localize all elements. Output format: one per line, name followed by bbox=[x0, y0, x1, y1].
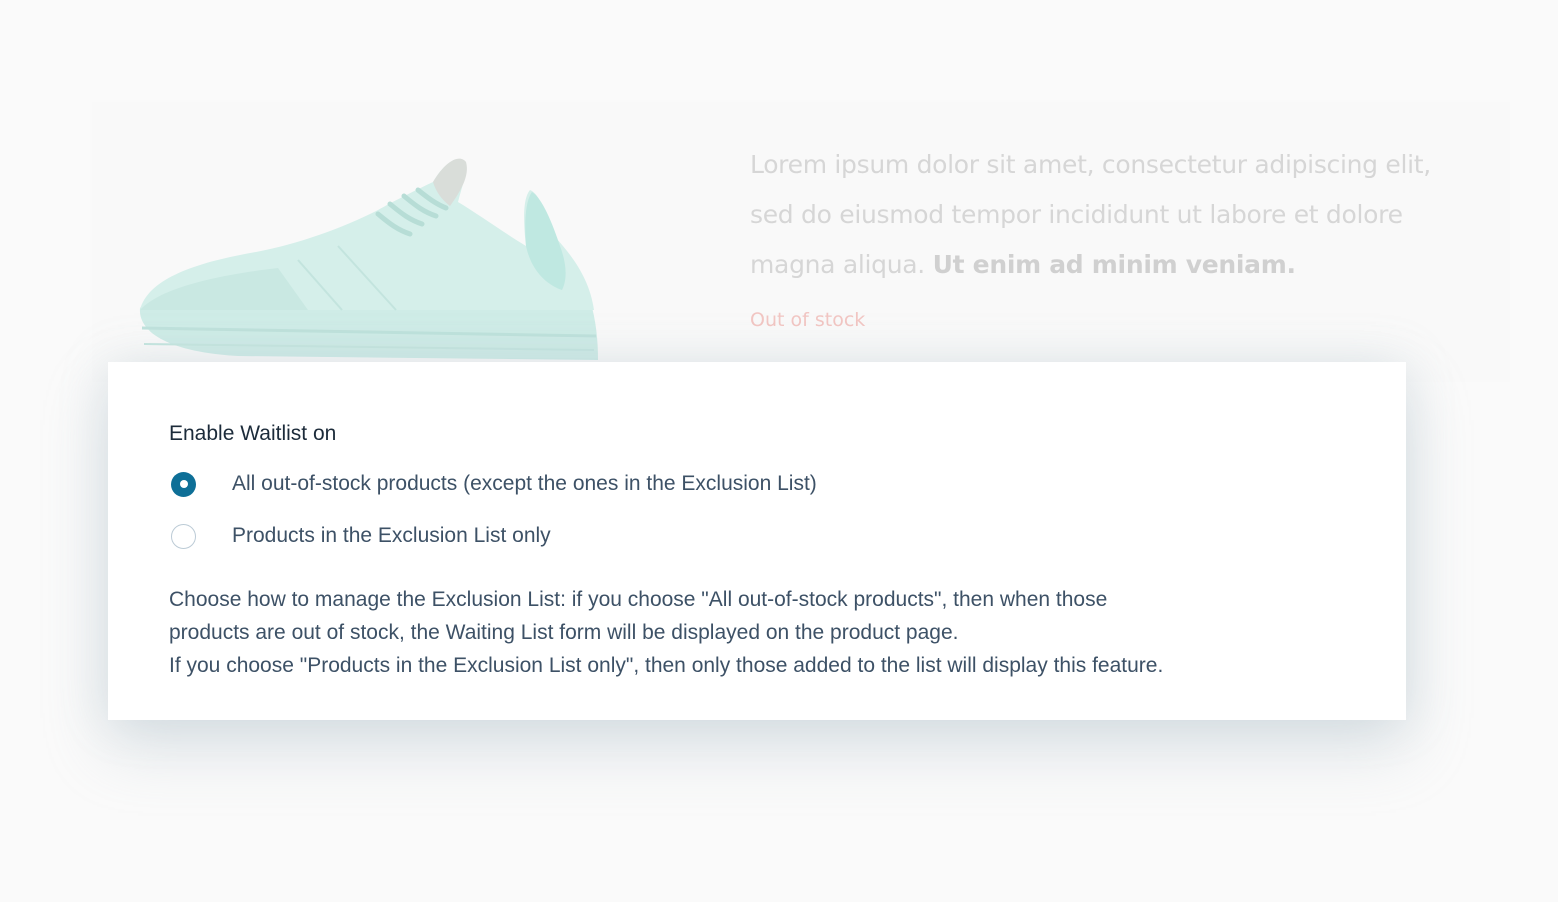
sneaker-icon bbox=[139, 158, 598, 360]
stock-status: Out of stock bbox=[750, 309, 866, 331]
product-description: Lorem ipsum dolor sit amet, consectetur … bbox=[750, 140, 1470, 290]
radio-all-out-of-stock[interactable] bbox=[171, 471, 196, 497]
enable-waitlist-heading: Enable Waitlist on bbox=[169, 422, 337, 445]
radio-exclusion-list-only[interactable] bbox=[171, 523, 196, 549]
help-description: Choose how to manage the Exclusion List:… bbox=[169, 583, 1369, 682]
waitlist-settings-card: Enable Waitlist on All out-of-stock prod… bbox=[108, 362, 1406, 720]
option-all-out-of-stock[interactable]: All out-of-stock products (except the on… bbox=[171, 469, 817, 499]
help-line-2: products are out of stock, the Waiting L… bbox=[169, 621, 959, 644]
help-line-1: Choose how to manage the Exclusion List:… bbox=[169, 588, 1108, 611]
option-exclusion-list-only-label: Products in the Exclusion List only bbox=[232, 524, 551, 547]
option-all-out-of-stock-label: All out-of-stock products (except the on… bbox=[232, 472, 817, 495]
product-image bbox=[128, 150, 608, 365]
help-line-3: If you choose "Products in the Exclusion… bbox=[169, 654, 1164, 677]
product-description-bold: Ut enim ad minim veniam. bbox=[932, 250, 1296, 279]
option-exclusion-list-only[interactable]: Products in the Exclusion List only bbox=[171, 521, 551, 551]
